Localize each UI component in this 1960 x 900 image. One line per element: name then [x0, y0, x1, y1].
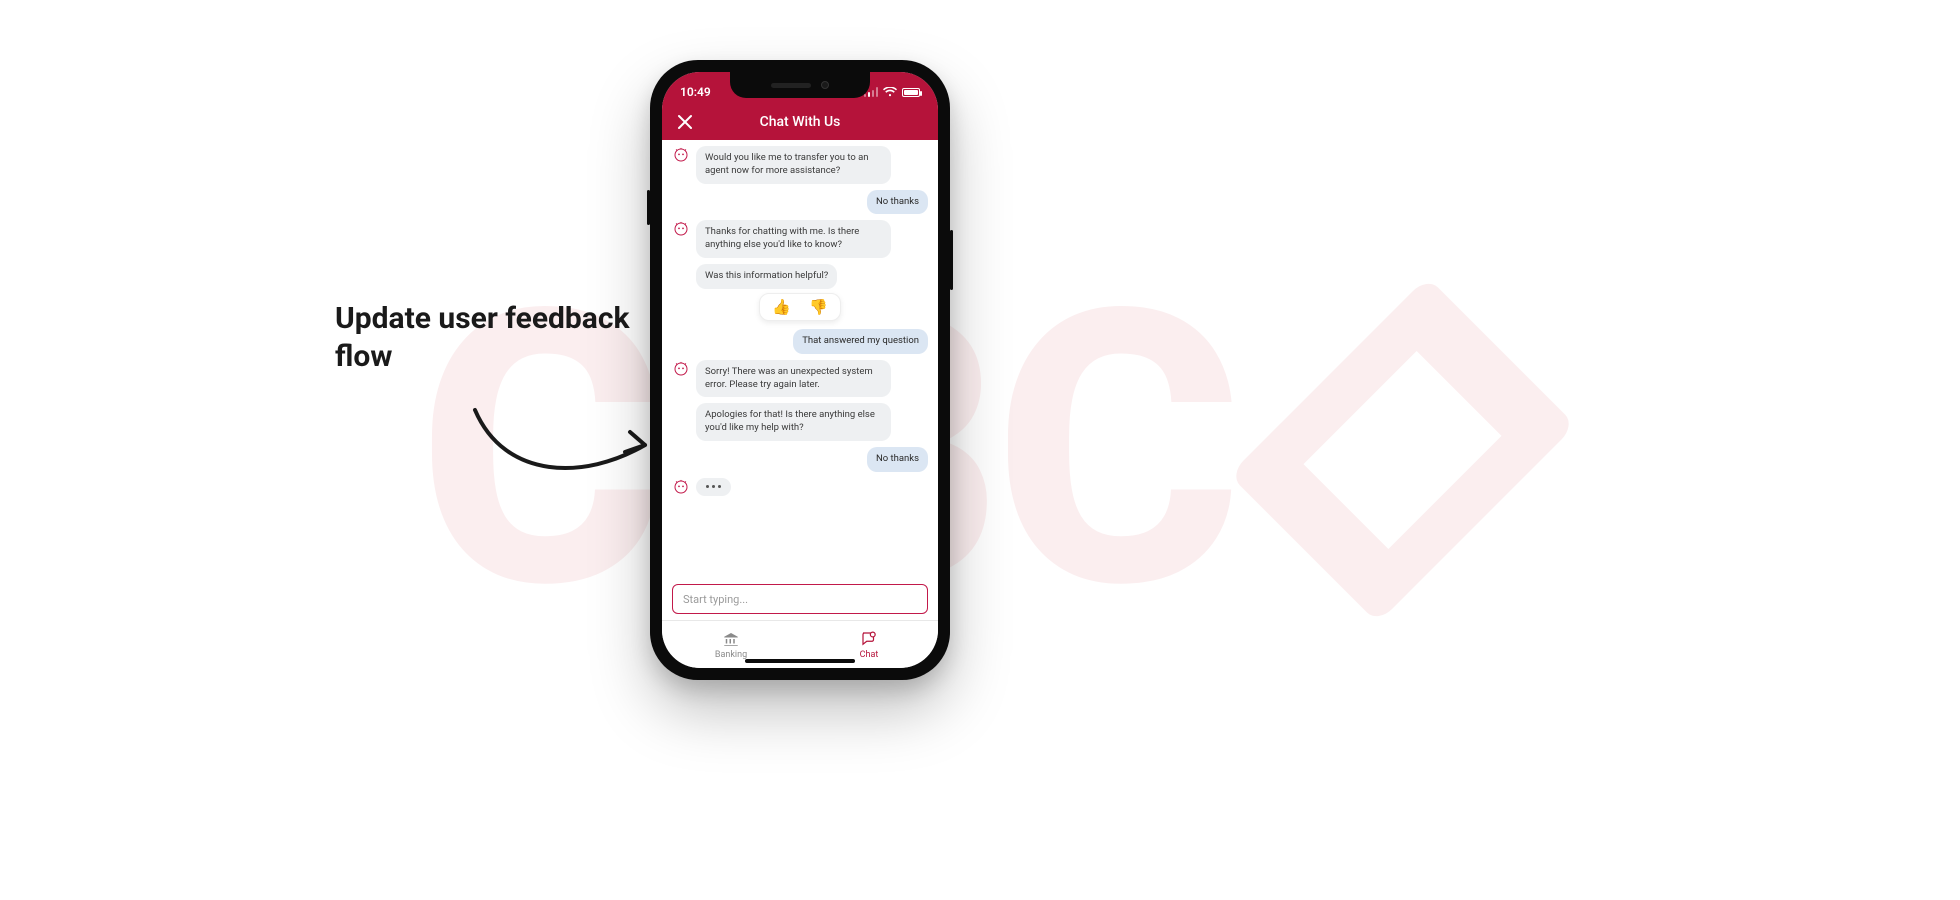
- bot-avatar-icon: [672, 360, 690, 378]
- thumbs-up-button[interactable]: 👍: [772, 298, 791, 316]
- bot-avatar-icon: [672, 478, 690, 496]
- brand-diamond-icon: [1263, 310, 1543, 590]
- battery-icon: [902, 88, 920, 97]
- chat-transcript[interactable]: Would you like me to transfer you to an …: [662, 140, 938, 580]
- bot-avatar-icon: [672, 220, 690, 238]
- bot-message: Apologies for that! Is there anything el…: [672, 403, 928, 441]
- wifi-icon: [883, 87, 897, 97]
- message-text: Thanks for chatting with me. Is there an…: [696, 220, 891, 258]
- header-title: Chat With Us: [760, 114, 841, 130]
- message-text: That answered my question: [793, 329, 928, 354]
- user-message: No thanks: [672, 190, 928, 215]
- annotation-label: Update user feedback flow: [335, 300, 635, 375]
- bot-avatar-icon: [672, 146, 690, 164]
- message-text: Sorry! There was an unexpected system er…: [696, 360, 891, 398]
- phone-frame: 10:49 Chat With Us: [650, 60, 950, 680]
- message-input-placeholder: Start typing...: [683, 593, 748, 606]
- bot-message: Would you like me to transfer you to an …: [672, 146, 928, 184]
- message-text: Was this information helpful?: [696, 264, 837, 289]
- composer: Start typing...: [662, 580, 938, 620]
- status-time: 10:49: [680, 85, 711, 99]
- message-text: No thanks: [867, 190, 928, 215]
- bank-icon: [722, 630, 740, 648]
- message-input[interactable]: Start typing...: [672, 584, 928, 614]
- user-message: No thanks: [672, 447, 928, 472]
- bot-typing: [672, 478, 928, 496]
- annotation-arrow-icon: [465, 390, 665, 490]
- bot-message: Sorry! There was an unexpected system er…: [672, 360, 928, 398]
- annotation: Update user feedback flow: [335, 300, 635, 375]
- feedback-reactions: 👍 👎: [672, 293, 928, 321]
- phone-notch: [730, 72, 870, 98]
- thumbs-down-button[interactable]: 👎: [809, 298, 828, 316]
- phone-screen: 10:49 Chat With Us: [662, 72, 938, 668]
- message-text: Apologies for that! Is there anything el…: [696, 403, 891, 441]
- close-icon: [676, 113, 694, 131]
- typing-indicator-icon: [696, 478, 731, 496]
- user-message: That answered my question: [672, 329, 928, 354]
- bot-message: Was this information helpful?: [672, 264, 928, 289]
- tab-label: Banking: [715, 650, 747, 660]
- message-text: Would you like me to transfer you to an …: [696, 146, 891, 184]
- message-text: No thanks: [867, 447, 928, 472]
- home-indicator[interactable]: [745, 659, 855, 663]
- bot-message: Thanks for chatting with me. Is there an…: [672, 220, 928, 258]
- close-button[interactable]: [676, 113, 694, 131]
- chat-icon: [860, 630, 878, 648]
- tab-label: Chat: [860, 650, 879, 660]
